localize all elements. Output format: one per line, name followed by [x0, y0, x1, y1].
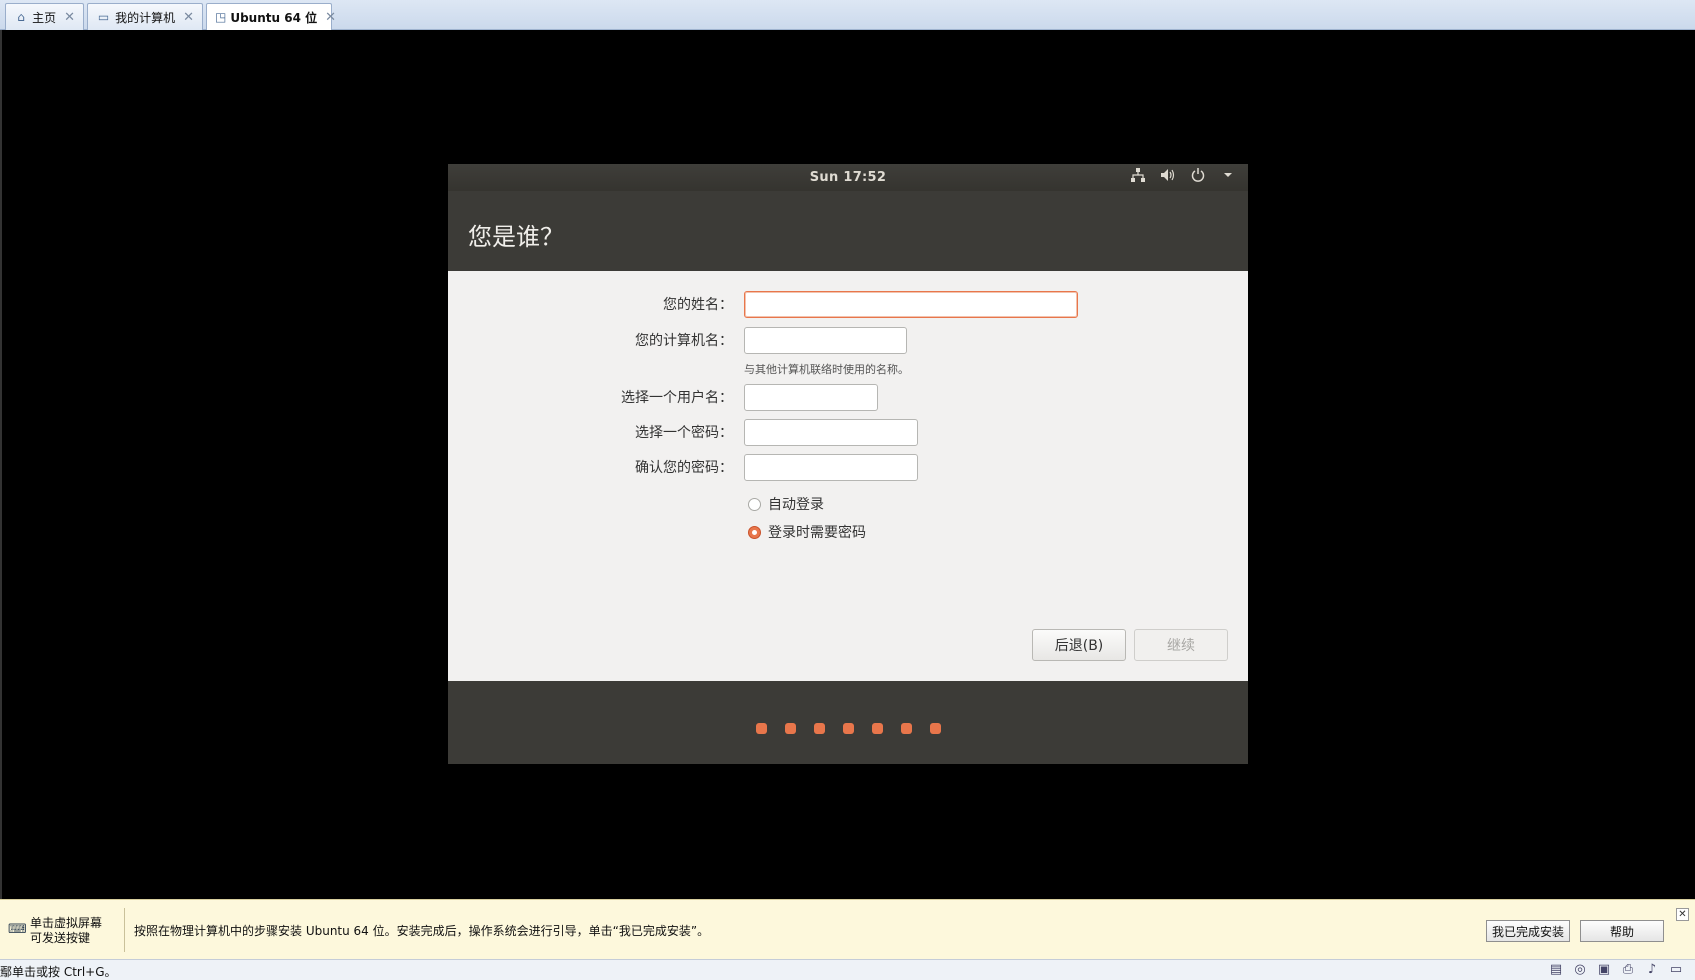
home-icon: ⌂	[17, 10, 25, 24]
installer-footer	[448, 681, 1248, 764]
progress-dot	[784, 723, 796, 734]
close-icon[interactable]: ✕	[175, 10, 194, 25]
tab-my-computer[interactable]: ▭ 我的计算机 ✕	[87, 3, 203, 30]
chevron-down-icon[interactable]	[1220, 168, 1236, 182]
confirm-password-label: 确认您的密码：	[635, 460, 733, 476]
close-icon[interactable]: ✕	[56, 10, 75, 25]
vm-icon: ◳	[215, 10, 227, 24]
ubuntu-top-bar: Sun 17:52	[448, 164, 1248, 191]
power-icon[interactable]	[1190, 168, 1206, 182]
hard-disk-icon[interactable]: ▤	[1547, 962, 1565, 977]
keyboard-icon: ⌨	[8, 922, 27, 937]
tab-bar: ⌂ 主页 ✕ ▭ 我的计算机 ✕ ◳ Ubuntu 64 位 ✕	[0, 0, 1695, 30]
status-bar: 鄢单击或按 Ctrl+G。 ▤ ◎ ▣ ⎙ ♪ ▭	[0, 959, 1695, 980]
auto-login-option[interactable]: 自动登录	[748, 494, 824, 514]
sound-card-icon[interactable]: ♪	[1643, 962, 1661, 977]
device-tray: ▤ ◎ ▣ ⎙ ♪ ▭	[1547, 962, 1685, 977]
password-input[interactable]	[744, 419, 918, 446]
progress-dot	[755, 723, 767, 734]
click-screen-hint[interactable]: 单击虚拟屏幕 可发送按键	[30, 916, 102, 946]
radio-checked[interactable]	[748, 525, 761, 539]
vmware-info-bar: ⌨ 单击虚拟屏幕 可发送按键 按照在物理计算机中的步骤安装 Ubuntu 64 …	[0, 899, 1695, 959]
radio-unchecked[interactable]	[748, 497, 761, 511]
status-text: 鄢单击或按 Ctrl+G。	[0, 965, 117, 979]
tab-label: 主页	[32, 10, 57, 25]
computer-name-input[interactable]	[744, 327, 907, 354]
tab-label: Ubuntu 64 位	[230, 10, 318, 25]
progress-dots	[448, 723, 1248, 734]
confirm-password-input[interactable]	[744, 454, 918, 481]
volume-icon[interactable]	[1160, 168, 1176, 182]
divider	[124, 908, 125, 952]
close-icon[interactable]: ✕	[1676, 908, 1689, 921]
computer-name-hint: 与其他计算机联络时使用的名称。	[744, 363, 909, 376]
progress-dot	[929, 723, 941, 734]
require-password-label: 登录时需要密码	[768, 525, 866, 541]
cd-rom-icon[interactable]: ◎	[1571, 962, 1589, 977]
auto-login-label: 自动登录	[768, 497, 824, 513]
password-label: 选择一个密码：	[635, 425, 733, 441]
install-message: 按照在物理计算机中的步骤安装 Ubuntu 64 位。安装完成后，操作系统会进行…	[134, 924, 710, 938]
name-input[interactable]	[744, 291, 1078, 318]
username-input[interactable]	[744, 384, 878, 411]
computer-name-label: 您的计算机名：	[635, 333, 733, 349]
clock[interactable]: Sun 17:52	[448, 170, 1248, 185]
username-label: 选择一个用户名：	[621, 390, 733, 406]
progress-dot	[900, 723, 912, 734]
network-adapter-icon[interactable]: ▣	[1595, 962, 1613, 977]
progress-dot	[813, 723, 825, 734]
hint-line-2: 可发送按键	[30, 931, 91, 945]
message-icon[interactable]: ▭	[1667, 962, 1685, 977]
tab-label: 我的计算机	[115, 10, 176, 25]
name-label: 您的姓名：	[663, 297, 733, 313]
done-install-button[interactable]: 我已完成安装	[1486, 920, 1570, 942]
progress-dot	[871, 723, 883, 734]
network-icon[interactable]	[1130, 168, 1146, 182]
page-title: 您是谁？	[468, 223, 564, 251]
progress-dot	[842, 723, 854, 734]
close-icon[interactable]: ✕	[317, 10, 336, 25]
tab-home[interactable]: ⌂ 主页 ✕	[5, 3, 84, 30]
require-password-option[interactable]: 登录时需要密码	[748, 522, 866, 542]
printer-icon[interactable]: ⎙	[1619, 962, 1637, 977]
installer-window: Sun 17:52 您是谁？ 您的姓名： 您的计算机名： 与其他计算机联络时使用…	[448, 164, 1248, 764]
back-button[interactable]: 后退(B)	[1032, 629, 1126, 661]
installer-header: 您是谁？	[448, 191, 1248, 271]
help-button[interactable]: 帮助	[1580, 920, 1664, 942]
system-tray	[1130, 168, 1236, 182]
hint-line-1: 单击虚拟屏幕	[30, 916, 103, 930]
installer-content: 您的姓名： 您的计算机名： 与其他计算机联络时使用的名称。 选择一个用户名： 选…	[448, 271, 1248, 681]
tab-ubuntu[interactable]: ◳ Ubuntu 64 位 ✕	[206, 3, 336, 30]
computer-icon: ▭	[97, 10, 110, 24]
continue-button[interactable]: 继续	[1134, 629, 1228, 661]
